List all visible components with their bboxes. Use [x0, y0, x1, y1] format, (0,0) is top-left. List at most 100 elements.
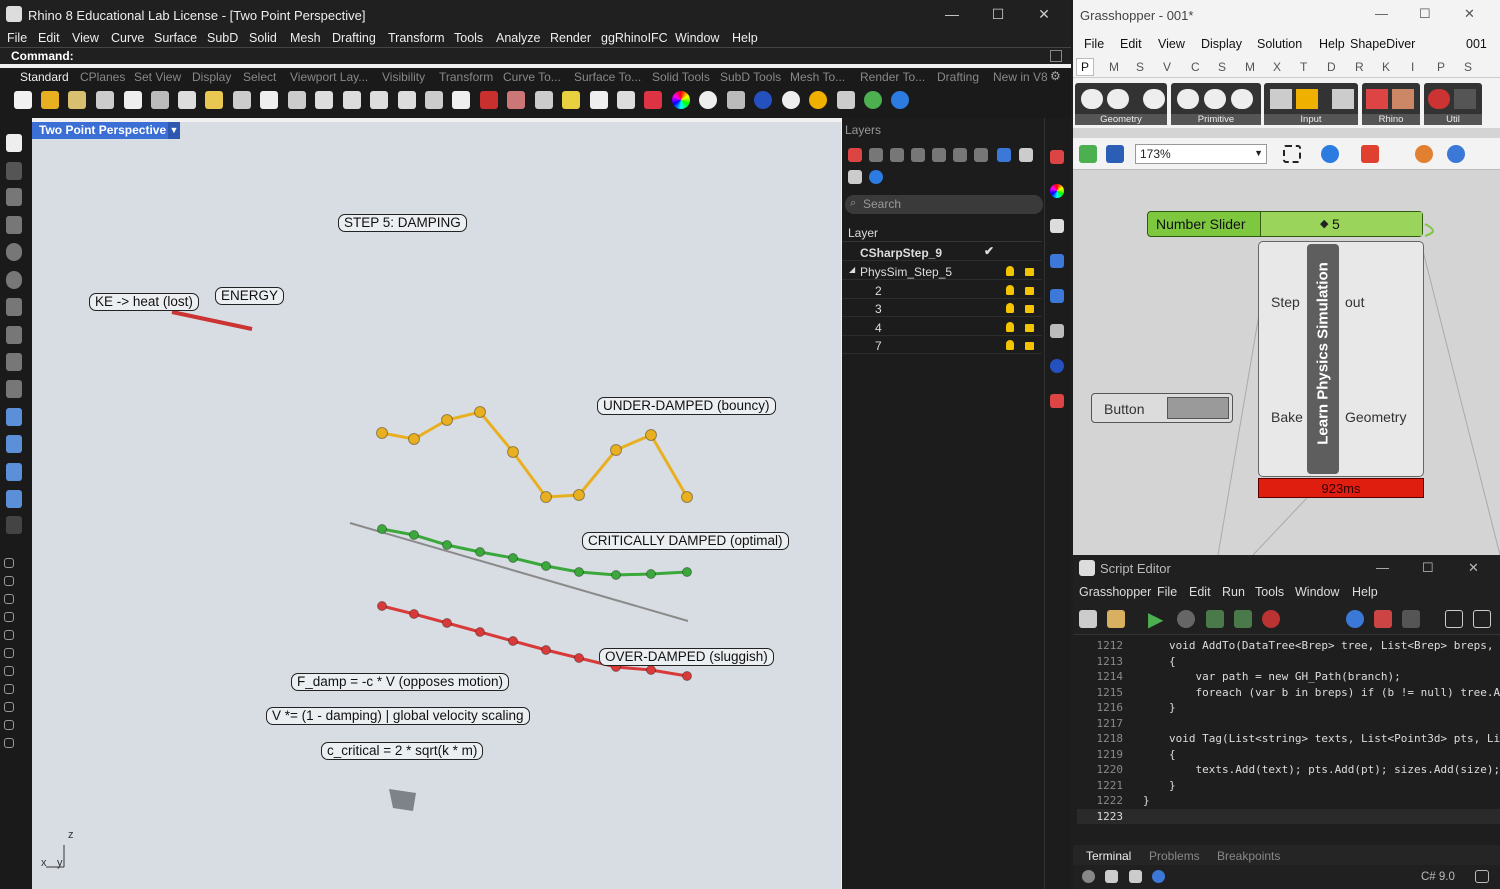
gh-component-icon[interactable] — [1081, 89, 1103, 109]
light-bulb-icon[interactable] — [1006, 322, 1014, 332]
layer-icon[interactable] — [644, 91, 662, 109]
gh-tab[interactable]: M — [1109, 60, 1119, 74]
close-icon[interactable]: ✕ — [1034, 6, 1054, 23]
four-view-icon[interactable] — [452, 91, 470, 109]
learn-tab-icon[interactable] — [1050, 324, 1064, 338]
gh-tab[interactable]: V — [1163, 60, 1171, 74]
gh-component-icon[interactable] — [1177, 89, 1199, 109]
checkbox-icon[interactable] — [4, 738, 14, 748]
materials-tab-icon[interactable] — [1050, 359, 1064, 373]
minimize-icon[interactable]: — — [942, 6, 962, 22]
menu-mesh[interactable]: Mesh — [290, 31, 321, 45]
bake-button[interactable]: Button — [1091, 393, 1233, 423]
gh-component-icon[interactable] — [1392, 89, 1414, 109]
curve-icon[interactable] — [6, 216, 22, 234]
slider-track[interactable] — [1260, 212, 1422, 236]
car-icon[interactable] — [480, 91, 498, 109]
gh-menu-shapediver[interactable]: ShapeDiver — [1350, 37, 1415, 51]
save-icon[interactable] — [1106, 145, 1124, 163]
chevron-down-icon[interactable]: ▼ — [168, 122, 180, 139]
layer-row[interactable]: 4 — [842, 318, 1042, 336]
group-primitive[interactable]: Primitive — [1171, 83, 1261, 125]
shading-icon[interactable] — [1415, 145, 1433, 163]
layer-row[interactable]: 7 — [842, 336, 1042, 354]
rendering-tab-icon[interactable] — [1050, 394, 1064, 408]
gh-tab[interactable]: K — [1382, 60, 1390, 74]
package-icon[interactable] — [1107, 610, 1125, 628]
lock-icon[interactable] — [1025, 268, 1034, 276]
tab-surface-tools[interactable]: Surface To... — [574, 70, 641, 84]
stop-icon[interactable] — [1262, 610, 1280, 628]
step-down-icon[interactable] — [1206, 610, 1224, 628]
layer-row[interactable]: 2 — [842, 281, 1042, 299]
lock-icon[interactable] — [1025, 305, 1034, 313]
menu-surface[interactable]: Surface — [154, 31, 197, 45]
current-layer-check-icon[interactable]: ✔ — [984, 244, 994, 258]
group-geometry[interactable]: Geometry — [1075, 83, 1167, 125]
gh-document-name[interactable]: 001 — [1466, 37, 1487, 51]
gh-menu-file[interactable]: File — [1084, 37, 1104, 51]
menu-transform[interactable]: Transform — [388, 31, 445, 45]
undo-icon[interactable] — [233, 91, 251, 109]
split-horizontal-icon[interactable] — [1473, 610, 1491, 628]
undo-view-icon[interactable] — [425, 91, 443, 109]
checkbox-icon[interactable] — [4, 702, 14, 712]
toggle-panel-icon[interactable] — [1402, 610, 1420, 628]
zoom-window-icon[interactable] — [343, 91, 361, 109]
properties-icon[interactable] — [124, 91, 142, 109]
new-script-icon[interactable] — [1105, 870, 1118, 883]
boolean-icon[interactable] — [6, 490, 22, 508]
gh-menu-edit[interactable]: Edit — [1120, 37, 1142, 51]
tab-solid-tools[interactable]: Solid Tools — [652, 70, 710, 84]
gh-component-icon[interactable] — [1332, 89, 1354, 109]
gh-menu-solution[interactable]: Solution — [1257, 37, 1302, 51]
arc-icon[interactable] — [6, 298, 22, 316]
toolbar-settings-icon[interactable]: ⚙ — [1050, 69, 1061, 83]
group-util[interactable]: Util — [1424, 83, 1482, 125]
copy-icon[interactable] — [178, 91, 196, 109]
grid-icon[interactable] — [1019, 148, 1033, 162]
group-input[interactable]: Input — [1264, 83, 1358, 125]
menu-lines-icon[interactable] — [848, 170, 862, 184]
command-scroll-icon[interactable] — [1050, 50, 1062, 62]
step-up-icon[interactable] — [1234, 610, 1252, 628]
document-icon[interactable] — [1129, 870, 1142, 883]
help-icon[interactable] — [891, 91, 909, 109]
checkbox-icon[interactable] — [4, 648, 14, 658]
gh-tab[interactable]: P — [1076, 58, 1095, 76]
lock-icon[interactable] — [1025, 342, 1034, 350]
surface-icon[interactable] — [6, 408, 22, 426]
output-geometry[interactable]: Geometry — [1345, 409, 1406, 425]
grasshopper-canvas[interactable]: Number Slider 5 ◆ Step Bake out Geometry… — [1073, 171, 1500, 555]
checkbox-icon[interactable] — [4, 594, 14, 604]
gh-menu-display[interactable]: Display — [1201, 37, 1242, 51]
checkbox-icon[interactable] — [4, 720, 14, 730]
tab-mesh-tools[interactable]: Mesh To... — [790, 70, 845, 84]
tab-problems[interactable]: Problems — [1149, 849, 1200, 863]
output-out[interactable]: out — [1345, 294, 1364, 310]
material-icon[interactable] — [782, 91, 800, 109]
help-tab-icon[interactable] — [1050, 254, 1064, 268]
tab-subd-tools[interactable]: SubD Tools — [720, 70, 781, 84]
zoom-icon[interactable] — [315, 91, 333, 109]
save-icon[interactable] — [1079, 610, 1097, 628]
layer-filter-icon[interactable] — [911, 148, 925, 162]
grasshopper-icon[interactable] — [864, 91, 882, 109]
tab-drafting[interactable]: Drafting — [937, 70, 979, 84]
zoom-select[interactable]: 173% ▼ — [1135, 144, 1267, 164]
point-icon[interactable] — [6, 162, 22, 180]
open-file-icon[interactable] — [41, 91, 59, 109]
box-icon[interactable] — [6, 463, 22, 481]
tab-transform[interactable]: Transform — [439, 70, 493, 84]
layer-row[interactable]: ◢ PhysSim_Step_5 — [842, 262, 1042, 280]
zoom-extents-icon[interactable] — [370, 91, 388, 109]
light-bulb-icon[interactable] — [1006, 266, 1014, 276]
tab-cplanes[interactable]: CPlanes — [80, 70, 125, 84]
layer-row[interactable]: CSharpStep_9 ✔ — [842, 243, 1042, 261]
layer-row[interactable]: 3 — [842, 299, 1042, 317]
libraries-tab-icon[interactable] — [1050, 289, 1064, 303]
close-icon[interactable]: ✕ — [1468, 560, 1479, 576]
extrude-icon[interactable] — [6, 435, 22, 453]
se-menu-file[interactable]: File — [1157, 585, 1177, 599]
light-bulb-icon[interactable] — [1006, 303, 1014, 313]
